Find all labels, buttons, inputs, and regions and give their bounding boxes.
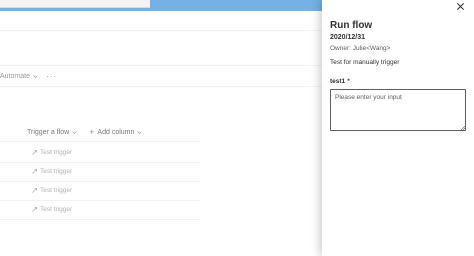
resize-handle-icon[interactable]: [461, 126, 465, 130]
flow-name: 2020/12/31: [330, 34, 366, 41]
flow-owner: Owner: Julie<Wang>: [330, 45, 391, 52]
flow-description: Test for manually trigger: [330, 59, 400, 66]
input-label: test1 *: [330, 78, 350, 85]
close-icon[interactable]: [456, 2, 465, 11]
test1-input[interactable]: [330, 89, 466, 131]
required-marker: *: [347, 78, 350, 85]
input-label-text: test1: [330, 78, 346, 85]
panel-overlay[interactable]: [0, 0, 322, 256]
panel-title: Run flow: [330, 20, 373, 31]
